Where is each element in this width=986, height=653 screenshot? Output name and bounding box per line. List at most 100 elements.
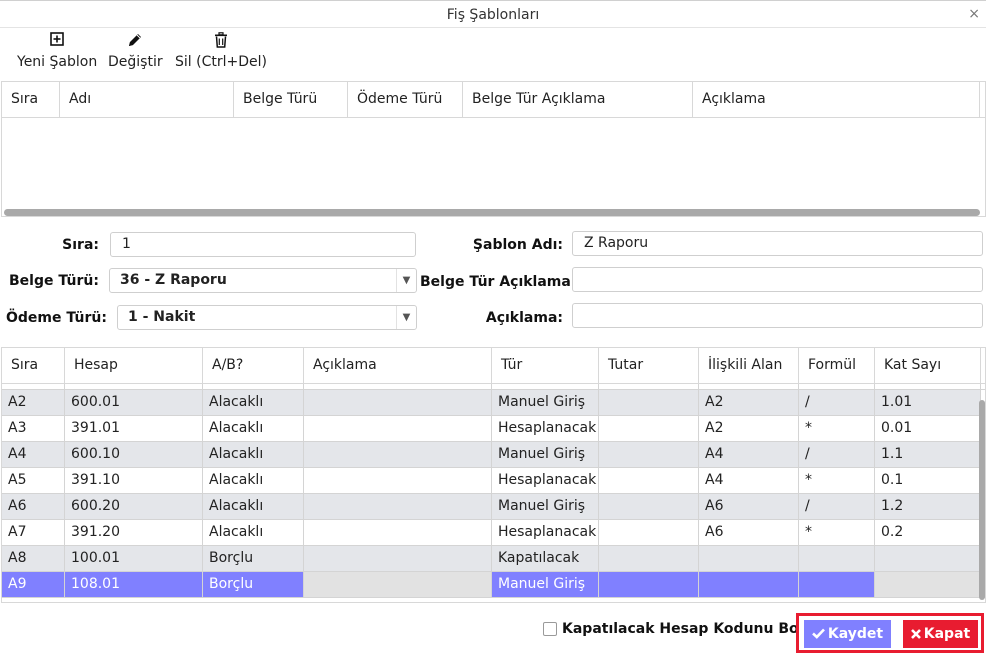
table-row[interactable]: A9 108.01 Borçlu Manuel Giriş [2, 572, 985, 598]
cell-tutar[interactable] [599, 390, 699, 415]
cell-tur[interactable]: Manuel Giriş [492, 572, 599, 597]
column-header-tutar[interactable]: Tutar [599, 348, 699, 384]
cell-aciklama[interactable] [304, 468, 492, 493]
cell-aciklama[interactable] [304, 442, 492, 467]
cell-tutar[interactable] [599, 546, 699, 571]
cell-ab[interactable]: Alacaklı [203, 520, 304, 545]
column-header-sira[interactable]: Sıra [2, 82, 60, 118]
table-row[interactable]: A8 100.01 Borçlu Kapatılacak [2, 546, 985, 572]
cell-iliskili-alan[interactable]: A4 [699, 442, 799, 467]
aciklama-input[interactable] [572, 303, 983, 328]
cell-aciklama[interactable] [304, 520, 492, 545]
cell-formul[interactable] [799, 572, 875, 597]
clear-account-code-checkbox[interactable] [543, 622, 557, 636]
cell-tur[interactable]: Manuel Giriş [492, 494, 599, 519]
cell-sira[interactable]: A6 [2, 494, 65, 519]
cell-kat-sayi[interactable] [875, 572, 981, 597]
cell-hesap[interactable]: 600.20 [65, 494, 203, 519]
column-header-odeme-turu[interactable]: Ödeme Türü [348, 82, 463, 118]
cell-ab[interactable]: Alacaklı [203, 468, 304, 493]
vertical-scrollbar[interactable] [979, 400, 985, 600]
cell-hesap[interactable]: 391.20 [65, 520, 203, 545]
cell-tutar[interactable] [599, 416, 699, 441]
cell-iliskili-alan[interactable]: A2 [699, 416, 799, 441]
close-icon[interactable]: × [968, 6, 980, 22]
cell-tur[interactable]: Hesaplanacak [492, 416, 599, 441]
cell-tutar[interactable] [599, 572, 699, 597]
close-button[interactable]: Kapat [903, 620, 978, 648]
clear-account-code-label[interactable]: Kapatılacak Hesap Kodunu Boşalt [562, 621, 828, 637]
column-header-hesap[interactable]: Hesap [65, 348, 203, 384]
column-header-ab[interactable]: A/B? [203, 348, 304, 384]
cell-ab[interactable]: Alacaklı [203, 416, 304, 441]
cell-tutar[interactable] [599, 442, 699, 467]
chevron-down-icon[interactable]: ▼ [396, 306, 416, 329]
column-header-kat-sayi[interactable]: Kat Sayı [875, 348, 981, 384]
cell-formul[interactable] [799, 546, 875, 571]
table-row[interactable]: A6 600.20 Alacaklı Manuel Giriş A6/1.2 [2, 494, 985, 520]
column-header-formul[interactable]: Formül [799, 348, 875, 384]
cell-kat-sayi[interactable]: 0.1 [875, 468, 981, 493]
cell-formul[interactable]: / [799, 494, 875, 519]
cell-formul[interactable]: / [799, 442, 875, 467]
cell-formul[interactable]: * [799, 520, 875, 545]
odeme-turu-select[interactable]: 1 - Nakit ▼ [117, 305, 417, 330]
cell-iliskili-alan[interactable]: A2 [699, 390, 799, 415]
cell-tutar[interactable] [599, 468, 699, 493]
cell-iliskili-alan[interactable]: A6 [699, 494, 799, 519]
cell-aciklama[interactable] [304, 390, 492, 415]
cell-tur[interactable]: Manuel Giriş [492, 390, 599, 415]
cell-hesap[interactable]: 391.01 [65, 416, 203, 441]
edit-button[interactable]: Değiştir [108, 29, 163, 70]
cell-tur[interactable]: Manuel Giriş [492, 442, 599, 467]
chevron-down-icon[interactable]: ▼ [396, 269, 416, 292]
templates-grid[interactable]: Sıra Adı Belge Türü Ödeme Türü Belge Tür… [1, 81, 986, 217]
horizontal-scrollbar[interactable] [4, 209, 980, 216]
cell-hesap[interactable]: 600.01 [65, 390, 203, 415]
column-header-adi[interactable]: Adı [60, 82, 234, 118]
cell-formul[interactable]: / [799, 390, 875, 415]
cell-sira[interactable]: A9 [2, 572, 65, 597]
cell-kat-sayi[interactable]: 1.2 [875, 494, 981, 519]
cell-tur[interactable]: Kapatılacak [492, 546, 599, 571]
cell-sira[interactable]: A5 [2, 468, 65, 493]
cell-ab[interactable]: Alacaklı [203, 442, 304, 467]
cell-sira[interactable]: A4 [2, 442, 65, 467]
cell-ab[interactable]: Alacaklı [203, 494, 304, 519]
belge-tur-aciklama-input[interactable] [572, 267, 983, 292]
new-template-button[interactable]: Yeni Şablon [17, 29, 97, 70]
cell-sira[interactable]: A7 [2, 520, 65, 545]
table-row[interactable]: A3 391.01 Alacaklı Hesaplanacak A2 * 0.01 [2, 416, 985, 442]
cell-iliskili-alan[interactable] [699, 546, 799, 571]
column-header-aciklama[interactable]: Açıklama [693, 82, 980, 118]
sira-input[interactable]: 1 [110, 232, 416, 257]
column-header-aciklama[interactable]: Açıklama [304, 348, 492, 384]
cell-aciklama[interactable] [304, 416, 492, 441]
cell-iliskili-alan[interactable]: A6 [699, 520, 799, 545]
cell-sira[interactable]: A3 [2, 416, 65, 441]
cell-ab[interactable]: Borçlu [203, 572, 304, 597]
cell-sira[interactable]: A8 [2, 546, 65, 571]
cell-kat-sayi[interactable]: 1.01 [875, 390, 981, 415]
cell-hesap[interactable]: 100.01 [65, 546, 203, 571]
cell-hesap[interactable]: 600.10 [65, 442, 203, 467]
cell-tutar[interactable] [599, 494, 699, 519]
cell-formul[interactable]: * [799, 416, 875, 441]
sablon-adi-input[interactable]: Z Raporu [572, 231, 983, 256]
lines-grid[interactable]: Sıra Hesap A/B? Açıklama Tür Tutar İlişk… [1, 347, 986, 603]
cell-formul[interactable]: * [799, 468, 875, 493]
column-header-belge-turu[interactable]: Belge Türü [234, 82, 348, 118]
cell-kat-sayi[interactable]: 0.01 [875, 416, 981, 441]
belge-turu-select[interactable]: 36 - Z Raporu ▼ [109, 268, 417, 293]
cell-kat-sayi[interactable]: 0.2 [875, 520, 981, 545]
cell-iliskili-alan[interactable] [699, 572, 799, 597]
column-header-belge-tur-aciklama[interactable]: Belge Tür Açıklama [463, 82, 693, 118]
column-header-iliskili-alan[interactable]: İlişkili Alan [699, 348, 799, 384]
cell-sira[interactable]: A2 [2, 390, 65, 415]
cell-aciklama[interactable] [304, 572, 492, 597]
cell-hesap[interactable]: 391.10 [65, 468, 203, 493]
column-header-tur[interactable]: Tür [492, 348, 599, 384]
cell-tur[interactable]: Hesaplanacak [492, 468, 599, 493]
table-row[interactable]: A4 600.10 Alacaklı Manuel Giriş A4/1.1 [2, 442, 985, 468]
table-row[interactable]: A2 600.01 Alacaklı Manuel Giriş A2/1.01 [2, 390, 985, 416]
